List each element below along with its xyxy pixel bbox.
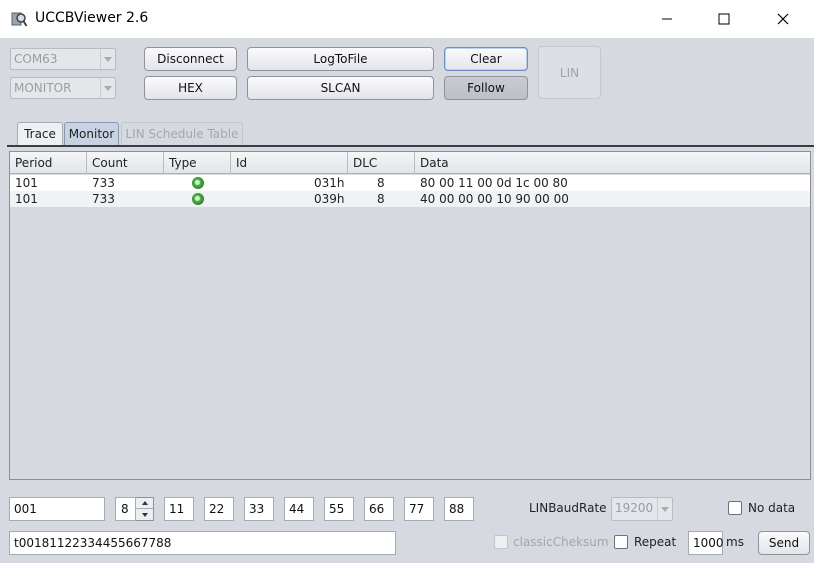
nodata-label: No data (748, 501, 796, 515)
spinner-down-icon[interactable] (136, 509, 153, 520)
data-byte-6-input[interactable]: 66 (364, 497, 394, 521)
spinner-up-icon[interactable] (136, 498, 153, 509)
cell-dlc: 8 (377, 176, 385, 190)
dlc-spinner-buttons[interactable] (136, 497, 154, 521)
minimize-icon (662, 18, 672, 20)
data-byte-7-input[interactable]: 77 (404, 497, 434, 521)
mode-select-value: MONITOR (14, 81, 72, 95)
maximize-icon (718, 13, 730, 25)
magnifier-app-icon (11, 12, 28, 27)
port-select[interactable]: COM63 (10, 48, 116, 70)
clear-button[interactable]: Clear (444, 47, 528, 71)
standard-frame-icon (192, 193, 204, 205)
chevron-down-icon (100, 78, 115, 98)
linbaud-label: LINBaudRate (529, 501, 607, 515)
data-byte-1-input[interactable]: 11 (164, 497, 194, 521)
minimize-button[interactable] (644, 0, 690, 38)
chevron-down-icon (100, 49, 115, 69)
repeat-checkbox[interactable] (614, 535, 628, 549)
column-header-data[interactable]: Data (415, 152, 810, 174)
close-icon (777, 13, 789, 25)
port-select-value: COM63 (14, 52, 58, 66)
chevron-down-icon (657, 498, 672, 520)
data-byte-5-input[interactable]: 55 (324, 497, 354, 521)
cell-period: 101 (15, 192, 38, 206)
hex-button[interactable]: HEX (144, 76, 237, 100)
maximize-button[interactable] (701, 0, 747, 38)
nodata-checkbox[interactable] (728, 501, 742, 515)
cell-period: 101 (15, 176, 38, 190)
raw-frame-input[interactable]: t00181122334455667788 (9, 531, 396, 555)
data-byte-2-input[interactable]: 22 (204, 497, 234, 521)
follow-toggle[interactable]: Follow (444, 76, 528, 100)
cell-data: 80 00 11 00 0d 1c 00 80 (420, 176, 568, 190)
cell-count: 733 (92, 192, 115, 206)
send-button[interactable]: Send (758, 531, 810, 555)
column-header-period[interactable]: Period (10, 152, 87, 174)
cell-id: 039h (314, 192, 345, 206)
tab-monitor[interactable]: Monitor (64, 122, 119, 145)
monitor-table[interactable]: Period Count Type Id DLC Data 101 733 03… (9, 151, 811, 480)
mode-select[interactable]: MONITOR (10, 77, 116, 99)
linbaud-select-value: 19200 (615, 501, 654, 515)
repeat-interval-input[interactable]: 1000 (688, 531, 724, 555)
lin-button[interactable]: LIN (538, 46, 601, 99)
cell-id: 031h (314, 176, 345, 190)
close-button[interactable] (760, 0, 806, 38)
standard-frame-icon (192, 177, 204, 189)
tab-lin-schedule-table: LIN Schedule Table (121, 122, 243, 145)
disconnect-button[interactable]: Disconnect (144, 47, 237, 71)
logtofile-button[interactable]: LogToFile (247, 47, 434, 71)
data-byte-4-input[interactable]: 44 (284, 497, 314, 521)
cell-data: 40 00 00 00 10 90 00 00 (420, 192, 569, 206)
column-header-dlc[interactable]: DLC (348, 152, 415, 174)
dlc-spinner[interactable]: 8 (115, 497, 136, 521)
table-row[interactable]: 101 733 039h 8 40 00 00 00 10 90 00 00 (10, 191, 810, 207)
slcan-button[interactable]: SLCAN (247, 76, 434, 100)
classic-checksum-label: classicCheksum (513, 535, 609, 549)
data-byte-8-input[interactable]: 88 (444, 497, 474, 521)
data-byte-3-input[interactable]: 33 (244, 497, 274, 521)
tab-trace[interactable]: Trace (17, 122, 63, 145)
tab-divider (7, 145, 814, 147)
cell-count: 733 (92, 176, 115, 190)
table-row[interactable]: 101 733 031h 8 80 00 11 00 0d 1c 00 80 (10, 175, 810, 191)
title-bar: UCCBViewer 2.6 (0, 0, 814, 38)
column-header-id[interactable]: Id (231, 152, 348, 174)
linbaud-select[interactable]: 19200 (611, 497, 673, 521)
classic-checksum-checkbox (494, 535, 508, 549)
column-header-type[interactable]: Type (164, 152, 231, 174)
cell-dlc: 8 (377, 192, 385, 206)
table-header: Period Count Type Id DLC Data (10, 152, 810, 174)
can-id-input[interactable]: 001 (9, 497, 105, 521)
ms-label: ms (726, 535, 744, 549)
repeat-label: Repeat (634, 535, 677, 549)
window-title: UCCBViewer 2.6 (35, 10, 149, 26)
column-header-count[interactable]: Count (87, 152, 164, 174)
